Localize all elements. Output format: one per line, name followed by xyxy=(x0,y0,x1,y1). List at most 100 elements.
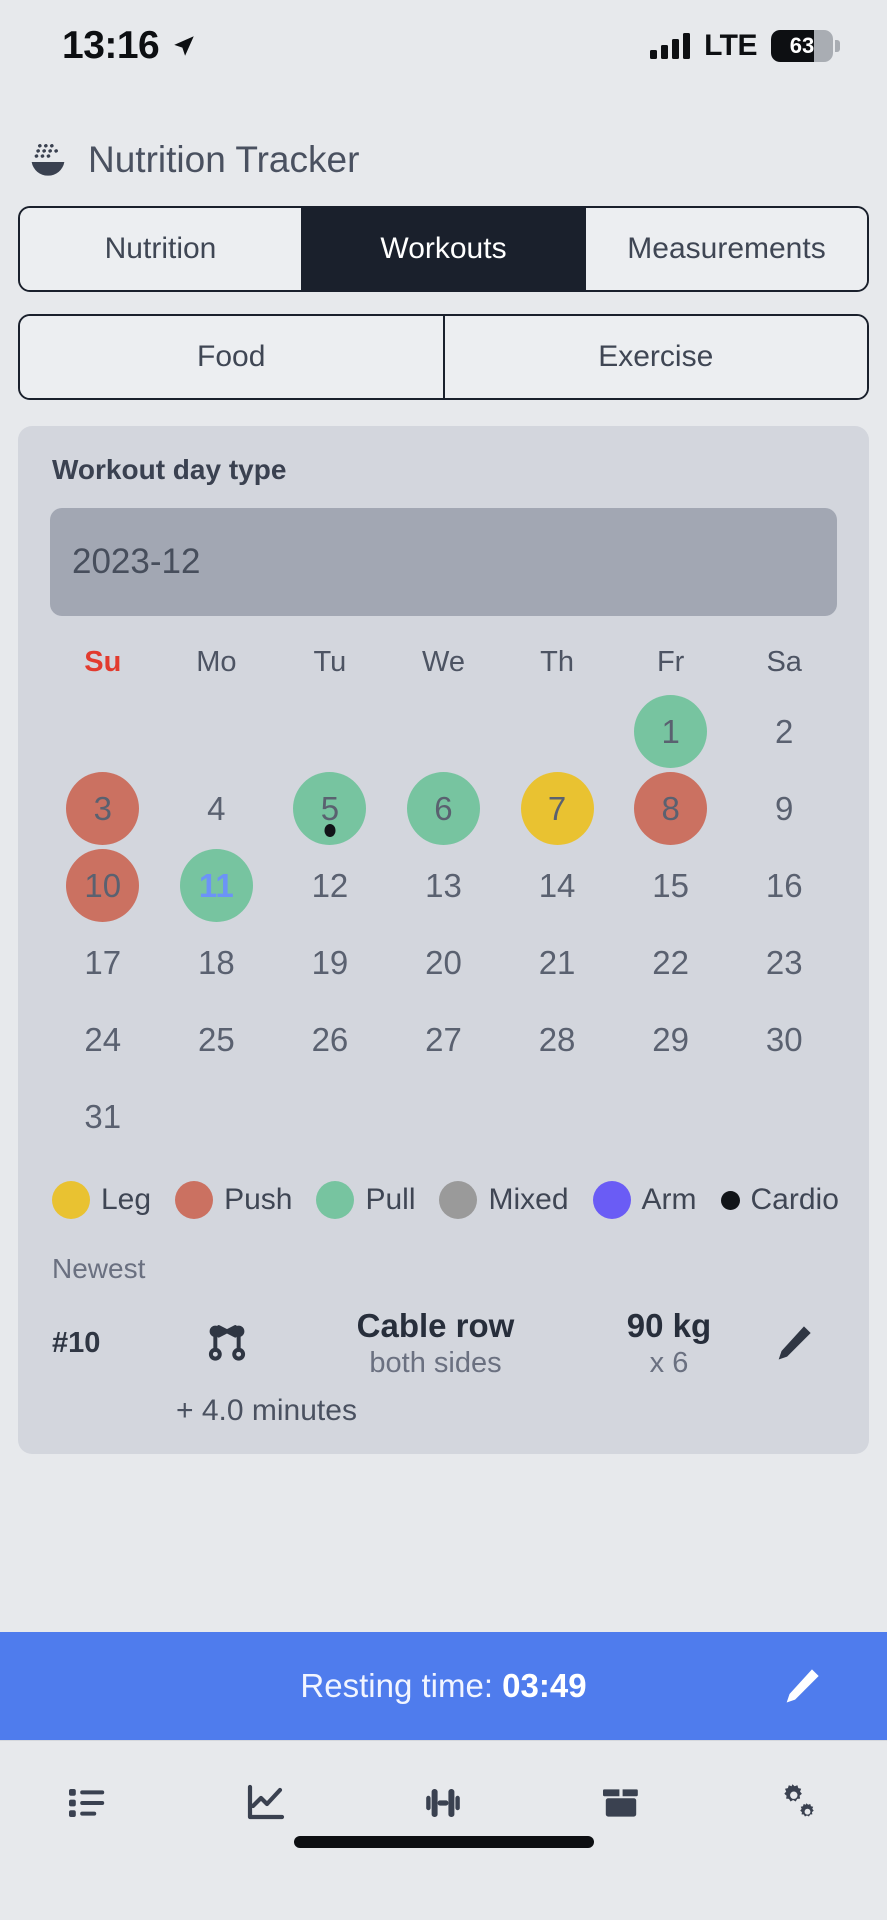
tab-workouts[interactable]: Workouts xyxy=(301,208,584,290)
calendar-day-15[interactable]: 15 xyxy=(614,847,728,924)
calendar-cell-empty xyxy=(387,1078,501,1155)
resting-time-bar[interactable]: Resting time: 03:49 xyxy=(0,1632,887,1740)
calendar-cell-empty xyxy=(46,693,160,770)
calendar-day-19[interactable]: 19 xyxy=(273,924,387,1001)
calendar-day-14[interactable]: 14 xyxy=(500,847,614,924)
tab-nutrition[interactable]: Nutrition xyxy=(20,208,301,290)
day-marker: 5 xyxy=(293,772,367,845)
calendar-day-31[interactable]: 31 xyxy=(46,1078,160,1155)
nav-archive[interactable] xyxy=(576,1768,666,1838)
day-number: 11 xyxy=(198,867,234,904)
day-number: 29 xyxy=(652,1021,689,1058)
calendar-day-12[interactable]: 12 xyxy=(273,847,387,924)
calendar-day-21[interactable]: 21 xyxy=(500,924,614,1001)
day-number: 6 xyxy=(434,790,453,827)
resting-label-text: Resting time: xyxy=(300,1667,493,1704)
calendar-day-2[interactable]: 2 xyxy=(727,693,841,770)
day-marker: 21 xyxy=(521,926,594,999)
status-bar-left: 13:16 xyxy=(62,24,197,68)
status-bar-right: LTE 63 xyxy=(650,29,840,63)
calendar-cell-empty xyxy=(387,693,501,770)
legend-item-mixed: Mixed xyxy=(439,1181,569,1219)
legend-label: Cardio xyxy=(750,1183,839,1216)
app-header: Nutrition Tracker xyxy=(0,92,887,192)
entry-edit-button[interactable] xyxy=(749,1320,839,1366)
gears-icon xyxy=(784,1783,814,1817)
calendar-day-9[interactable]: 9 xyxy=(727,770,841,847)
workout-day-type-card: Workout day type 2023-12 Su Mo Tu We Th Fr Sa … xyxy=(18,426,869,1454)
cellular-signal-icon xyxy=(650,33,691,59)
calendar-day-18[interactable]: 18 xyxy=(160,924,274,1001)
calendar-day-10[interactable]: 10 xyxy=(46,847,160,924)
day-number: 15 xyxy=(652,867,689,904)
resting-time-value: 03:49 xyxy=(502,1667,587,1704)
calendar-day-22[interactable]: 22 xyxy=(614,924,728,1001)
day-number: 4 xyxy=(207,790,226,827)
calendar-day-1[interactable]: 1 xyxy=(614,693,728,770)
calendar-week-row: 17 18 19 20 21 22 23 xyxy=(46,924,841,1001)
day-number: 27 xyxy=(425,1021,462,1058)
day-number: 9 xyxy=(775,790,794,827)
sub-tabs: Food Exercise xyxy=(18,314,869,400)
day-marker: 26 xyxy=(293,1003,366,1076)
home-indicator xyxy=(293,1836,594,1848)
calendar-day-3[interactable]: 3 xyxy=(46,770,160,847)
calendar-day-4[interactable]: 4 xyxy=(160,770,274,847)
tab-food[interactable]: Food xyxy=(20,316,443,398)
day-number: 17 xyxy=(84,944,122,981)
calendar-day-7[interactable]: 7 xyxy=(500,770,614,847)
tab-exercise[interactable]: Exercise xyxy=(442,316,867,398)
calendar-day-24[interactable]: 24 xyxy=(46,1001,160,1078)
calendar-cell-empty xyxy=(160,693,274,770)
nav-settings[interactable] xyxy=(753,1768,843,1838)
entry-index: #10 xyxy=(52,1326,101,1359)
day-marker: 31 xyxy=(66,1080,139,1153)
calendar-day-28[interactable]: 28 xyxy=(500,1001,614,1078)
cable-machine-icon xyxy=(172,1315,282,1371)
calendar-week-row: 12 xyxy=(46,693,841,770)
calendar-day-8[interactable]: 8 xyxy=(614,770,728,847)
day-number: 3 xyxy=(93,790,112,827)
tab-measurements[interactable]: Measurements xyxy=(584,208,867,290)
entry-load: 90 kg x 6 xyxy=(589,1307,749,1380)
battery-percent: 63 xyxy=(789,33,815,58)
day-marker: 10 xyxy=(66,849,140,922)
calendar-week-row: 3 4 5 6 7 8 9 xyxy=(46,770,841,847)
calendar-day-11[interactable]: 11 xyxy=(160,847,274,924)
day-marker: 6 xyxy=(406,772,480,845)
workout-entry-row[interactable]: #10 Cable row both sides 90 kg x 6 xyxy=(38,1307,849,1380)
calendar-day-5[interactable]: 5 xyxy=(273,770,387,847)
day-number: 25 xyxy=(197,1021,235,1058)
calendar-day-27[interactable]: 27 xyxy=(387,1001,501,1078)
nav-stats[interactable] xyxy=(221,1768,311,1838)
nav-list[interactable] xyxy=(44,1768,134,1838)
weekday-header-tu: Tu xyxy=(313,646,347,678)
calendar-day-16[interactable]: 16 xyxy=(727,847,841,924)
nav-workouts[interactable] xyxy=(398,1768,488,1838)
box-icon xyxy=(602,1788,638,1817)
calendar-day-25[interactable]: 25 xyxy=(160,1001,274,1078)
legend-item-arm: Arm xyxy=(592,1181,697,1219)
calendar-day-17[interactable]: 17 xyxy=(46,924,160,1001)
calendar-day-23[interactable]: 23 xyxy=(727,924,841,1001)
calendar-day-26[interactable]: 26 xyxy=(273,1001,387,1078)
day-marker: 17 xyxy=(66,926,139,999)
day-number: 28 xyxy=(538,1021,576,1058)
calendar-day-30[interactable]: 30 xyxy=(727,1001,841,1078)
bottom-navigation xyxy=(0,1740,887,1864)
day-marker: 12 xyxy=(293,849,366,922)
calendar-cell-empty xyxy=(160,1078,274,1155)
month-selector[interactable]: 2023-12 xyxy=(50,508,837,616)
calendar-day-6[interactable]: 6 xyxy=(387,770,501,847)
entry-exercise-note: both sides xyxy=(369,1346,502,1379)
pencil-icon xyxy=(778,1326,811,1360)
calendar-day-13[interactable]: 13 xyxy=(387,847,501,924)
entry-exercise: Cable row both sides xyxy=(282,1307,589,1380)
day-marker: 3 xyxy=(66,772,140,845)
calendar-day-29[interactable]: 29 xyxy=(614,1001,728,1078)
resting-edit-button[interactable] xyxy=(779,1663,825,1709)
calendar-day-20[interactable]: 20 xyxy=(387,924,501,1001)
legend-item-cardio: Cardio xyxy=(720,1183,839,1217)
day-number: 21 xyxy=(538,944,576,981)
network-label: LTE xyxy=(704,29,757,62)
